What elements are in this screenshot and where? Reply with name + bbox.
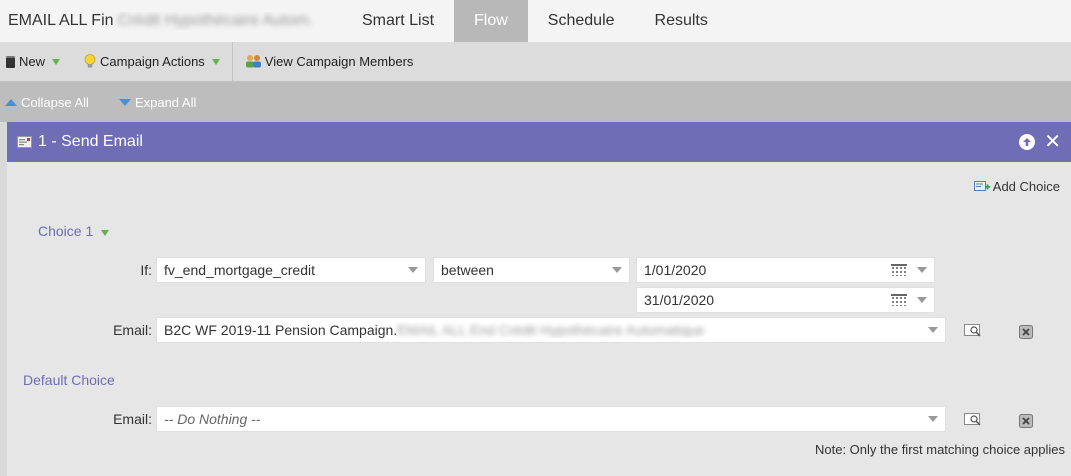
new-button[interactable]: New <box>0 42 66 82</box>
default-email-label: Email: <box>113 411 152 427</box>
attribute-value: fv_end_mortgage_credit <box>164 262 315 278</box>
operator-value: between <box>441 262 494 278</box>
default-delete-icon[interactable] <box>1019 414 1033 431</box>
attribute-select[interactable]: fv_end_mortgage_credit <box>156 257 426 283</box>
new-button-label: New <box>19 54 46 69</box>
new-dropdown-icon <box>52 58 61 65</box>
add-choice-icon <box>973 181 990 191</box>
toolbar: New Campaign Actions View Campaign Membe… <box>0 41 1071 82</box>
step-header[interactable]: 1 - Send Email ✕ <box>7 122 1071 162</box>
choice-1-email-program: B2C WF 2019-11 Pension Campaign. <box>164 322 398 338</box>
choice-1-email-dropdown-icon <box>928 327 938 333</box>
collapse-all-button[interactable]: Collapse All <box>5 95 89 110</box>
preview-icon-graphic <box>964 413 981 426</box>
delete-icon-graphic <box>1019 325 1033 339</box>
expand-arrow-icon <box>118 98 131 106</box>
delete-choice-icon[interactable] <box>1019 325 1033 342</box>
preview-email-icon[interactable] <box>964 324 982 340</box>
members-icon <box>245 55 261 68</box>
expand-all-button[interactable]: Expand All <box>118 94 197 110</box>
arrow-up-icon <box>1023 138 1032 146</box>
campaign-actions-button[interactable]: Campaign Actions <box>78 42 226 82</box>
email-step-icon <box>17 136 32 148</box>
choice-1-dropdown-icon <box>101 230 110 236</box>
view-campaign-members-button[interactable]: View Campaign Members <box>237 42 420 82</box>
program-title-blurred: Crédit Hypothécaire Autom. <box>117 12 314 29</box>
flow-step-send-email: 1 - Send Email ✕ Add Choice Choice 1 If:… <box>7 122 1071 476</box>
operator-select[interactable]: between <box>433 257 630 283</box>
attribute-dropdown-icon <box>408 267 418 273</box>
tab-schedule[interactable]: Schedule <box>528 0 635 42</box>
choice-1-email-blurred: EMAIL ALL End Crédit Hypothécaire Automa… <box>397 322 705 338</box>
close-step-icon[interactable]: ✕ <box>1044 132 1061 152</box>
choice-1-email-value: B2C WF 2019-11 Pension Campaign.EMAIL AL… <box>164 322 928 338</box>
calendar-icon[interactable] <box>891 294 907 306</box>
choice-1-text: Choice 1 <box>38 223 94 239</box>
date-to-value: 31/01/2020 <box>644 292 715 308</box>
default-preview-email-icon[interactable] <box>964 413 982 429</box>
step-header-actions: ✕ <box>1019 132 1061 152</box>
campaign-actions-dropdown-icon <box>211 58 220 65</box>
default-email-select[interactable]: -- Do Nothing -- <box>156 406 946 432</box>
view-campaign-members-label: View Campaign Members <box>264 54 414 69</box>
choice-1-email-label: Email: <box>113 322 152 338</box>
date-to-field[interactable]: 31/01/2020 <box>636 287 935 313</box>
collapse-all-label: Collapse All <box>21 94 89 110</box>
step-title: 1 - Send Email <box>38 133 143 150</box>
program-title-text: EMAIL ALL Fin <box>8 12 114 29</box>
program-title: EMAIL ALL Fin Crédit Hypothécaire Autom. <box>0 12 340 30</box>
date-from-field[interactable]: 1/01/2020 <box>636 257 935 283</box>
expand-all-label: Expand All <box>134 94 197 110</box>
move-up-icon[interactable] <box>1019 134 1036 150</box>
top-tab-bar: EMAIL ALL Fin Crédit Hypothécaire Autom. … <box>0 0 1071 42</box>
collapse-arrow-icon <box>5 98 17 106</box>
campaign-actions-label: Campaign Actions <box>100 54 205 69</box>
add-choice-button[interactable]: Add Choice <box>973 179 1060 194</box>
toolbar-separator <box>231 41 233 82</box>
default-choice-label: Default Choice <box>23 372 115 388</box>
date-to-dropdown-icon <box>917 297 927 303</box>
delete-icon-graphic <box>1019 414 1033 428</box>
tab-flow[interactable]: Flow <box>454 0 528 42</box>
collapse-expand-bar: Collapse All Expand All <box>0 82 1071 122</box>
add-choice-label: Add Choice <box>992 179 1060 194</box>
calendar-icon[interactable] <box>891 264 907 276</box>
if-label: If: <box>140 262 152 278</box>
date-from-value: 1/01/2020 <box>644 262 707 278</box>
new-doc-icon <box>6 55 15 68</box>
default-email-value: -- Do Nothing -- <box>164 411 261 427</box>
choice-1-label[interactable]: Choice 1 <box>38 223 110 239</box>
default-email-dropdown-icon <box>928 416 938 422</box>
tab-smart-list[interactable]: Smart List <box>342 0 454 42</box>
operator-dropdown-icon <box>612 267 622 273</box>
preview-icon-graphic <box>964 324 981 337</box>
date-from-dropdown-icon <box>917 267 927 273</box>
first-match-note: Note: Only the first matching choice app… <box>814 442 1065 457</box>
tab-results[interactable]: Results <box>635 0 728 42</box>
lightbulb-icon <box>84 54 96 68</box>
choice-1-email-select[interactable]: B2C WF 2019-11 Pension Campaign.EMAIL AL… <box>156 317 946 343</box>
